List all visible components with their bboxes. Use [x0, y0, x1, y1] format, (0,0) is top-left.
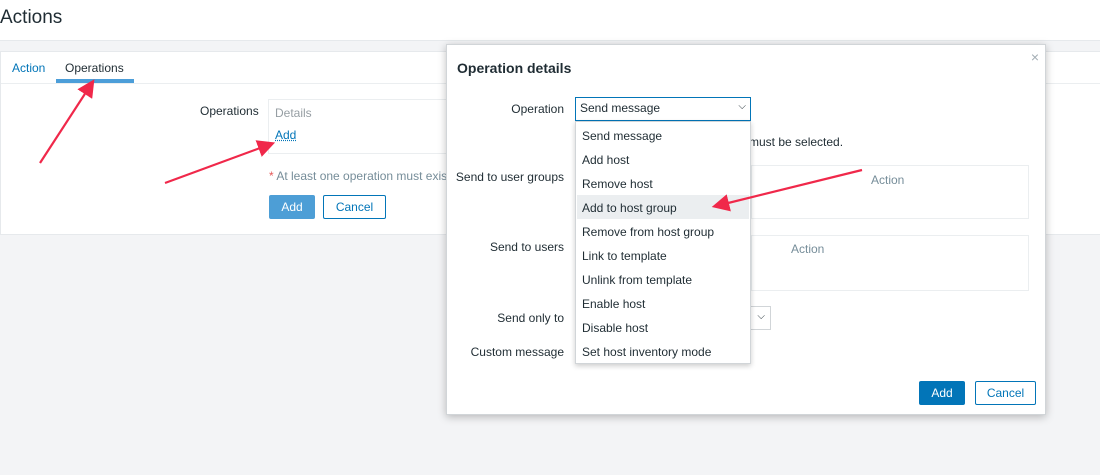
page-title: Actions — [0, 7, 63, 28]
users-action-header: Action — [791, 242, 825, 256]
dropdown-option-unlink-from-template[interactable]: Unlink from template — [577, 267, 749, 291]
required-note-text: At least one operation must exist. — [276, 169, 449, 183]
dialog-title: Operation details — [457, 60, 572, 76]
page-header: Actions — [0, 0, 1100, 41]
active-tab-indicator — [56, 79, 134, 83]
dialog-cancel-button[interactable]: Cancel — [975, 381, 1036, 405]
selection-note: must be selected. — [749, 135, 844, 149]
send-to-users-label: Send to users — [489, 240, 564, 254]
dropdown-option-send-message[interactable]: Send message — [577, 123, 749, 147]
user-groups-action-header: Action — [871, 173, 905, 187]
required-note: * At least one operation must exist. — [269, 169, 449, 183]
dropdown-option-remove-from-host-group[interactable]: Remove from host group — [577, 219, 749, 243]
operation-label: Operation — [511, 102, 564, 116]
details-column-header: Details — [275, 106, 312, 120]
required-asterisk: * — [269, 169, 274, 183]
dropdown-option-add-to-host-group[interactable]: Add to host group — [577, 195, 749, 219]
operation-select-value: Send message — [580, 101, 661, 115]
dialog-add-button[interactable]: Add — [919, 381, 965, 405]
close-icon[interactable]: × — [1031, 49, 1039, 65]
send-only-to-label: Send only to — [497, 311, 564, 325]
dropdown-option-set-host-inventory-mode[interactable]: Set host inventory mode — [577, 339, 749, 363]
operation-details-dialog: Operation details × Operation Send messa… — [446, 44, 1046, 415]
add-button[interactable]: Add — [269, 195, 315, 219]
dropdown-option-remove-host[interactable]: Remove host — [577, 171, 749, 195]
operation-dropdown-list: Send message Add host Remove host Add to… — [575, 121, 751, 364]
cancel-button[interactable]: Cancel — [323, 195, 386, 219]
custom-message-label: Custom message — [470, 345, 564, 359]
tab-operations[interactable]: Operations — [65, 61, 124, 75]
operations-label: Operations — [200, 104, 259, 118]
chevron-down-icon: ⌵ — [757, 311, 765, 322]
operation-select[interactable]: Send message ⌵ — [575, 97, 751, 121]
chevron-down-icon: ⌵ — [738, 101, 746, 112]
tab-action[interactable]: Action — [12, 61, 45, 75]
send-to-user-groups-label: Send to user groups — [455, 170, 564, 184]
dropdown-option-disable-host[interactable]: Disable host — [577, 315, 749, 339]
dropdown-option-link-to-template[interactable]: Link to template — [577, 243, 749, 267]
add-operation-link[interactable]: Add — [275, 128, 296, 142]
dropdown-option-add-host[interactable]: Add host — [577, 147, 749, 171]
dropdown-option-enable-host[interactable]: Enable host — [577, 291, 749, 315]
